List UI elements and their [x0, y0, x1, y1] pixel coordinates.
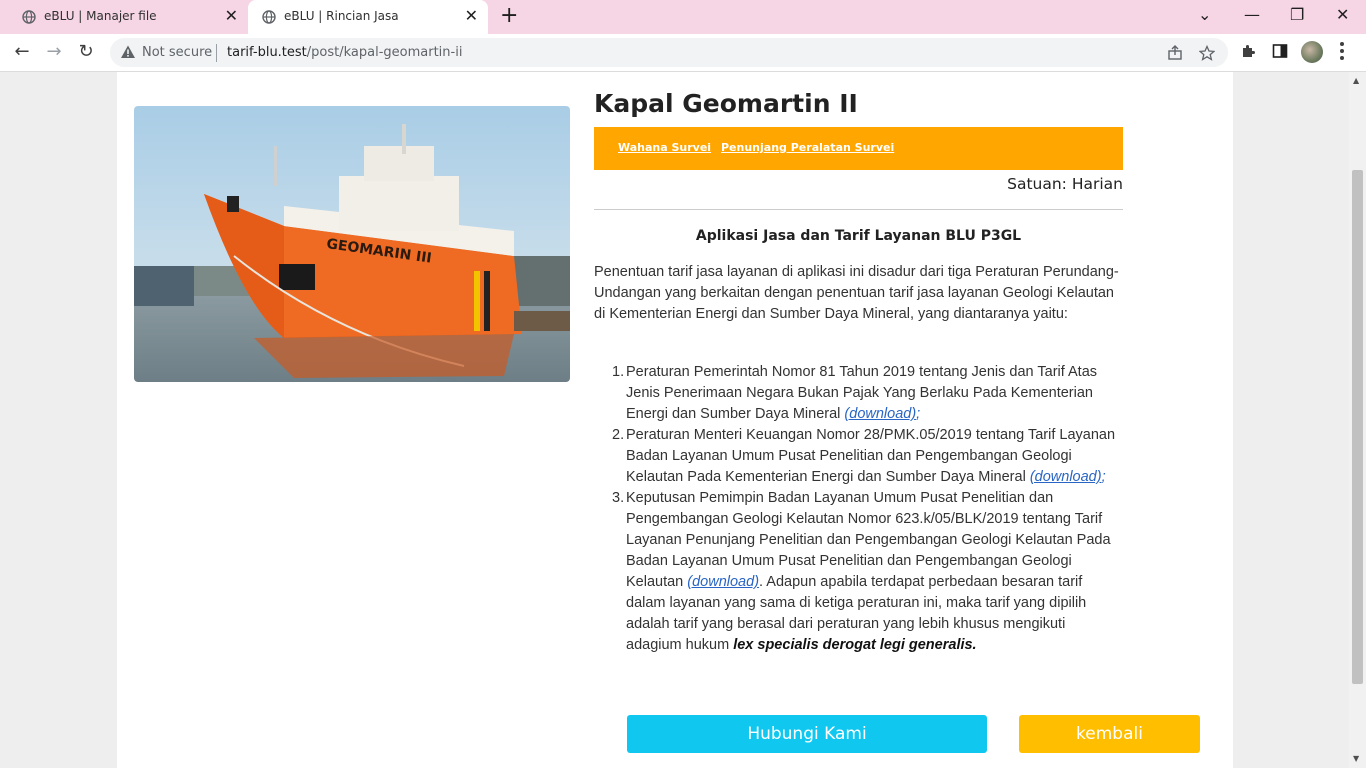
contact-us-button[interactable]: Hubungi Kami [627, 715, 987, 753]
page-scrollbar[interactable]: ▲ ▼ [1349, 72, 1366, 768]
category-link-penunjang-peralatan-survei[interactable]: Penunjang Peralatan Survei [721, 141, 894, 154]
post-title: Kapal Geomartin II [594, 89, 858, 118]
regulation-list: 1. Peraturan Pemerintah Nomor 81 Tahun 20… [594, 362, 1123, 656]
bookmark-star-icon[interactable] [1199, 45, 1215, 61]
globe-icon [22, 10, 36, 24]
intro-paragraph: Penentuan tarif jasa layanan di aplikasi… [594, 264, 1119, 322]
list-number: 2. [612, 427, 625, 443]
forward-arrow-icon[interactable]: → [43, 42, 65, 64]
security-label: Not secure [142, 45, 213, 60]
side-panel-icon[interactable] [1272, 43, 1288, 59]
reload-icon[interactable]: ↻ [75, 42, 97, 64]
list-number: 1. [612, 364, 625, 380]
post-card: GEOMARIN III Kapal Geomartin II Wahana S… [117, 72, 1233, 768]
profile-avatar[interactable] [1301, 41, 1323, 63]
regulation-suffix: ; [916, 406, 921, 422]
back-arrow-icon[interactable]: ← [11, 42, 33, 64]
minimize-icon[interactable]: — [1244, 5, 1260, 24]
ship-photo: GEOMARIN III [134, 106, 570, 382]
close-tab-icon[interactable]: ✕ [225, 8, 238, 24]
legal-maxim: lex specialis derogat legi generalis. [733, 637, 977, 653]
download-link[interactable]: (download) [687, 574, 759, 590]
list-item: 1. Peraturan Pemerintah Nomor 81 Tahun 20… [594, 362, 1123, 425]
scroll-down-arrow-icon[interactable]: ▼ [1353, 754, 1359, 763]
url-text[interactable]: tarif-blu.test/post/kapal-geomartin-ii [227, 45, 462, 60]
extensions-puzzle-icon[interactable] [1240, 43, 1256, 59]
tab-rincian-jasa[interactable]: eBLU | Rincian Jasa ✕ [248, 0, 488, 34]
restore-icon[interactable]: ❐ [1290, 5, 1304, 24]
list-item: 2. Peraturan Menteri Keuangan Nomor 28/PM… [594, 425, 1123, 488]
download-link[interactable]: (download) [1030, 469, 1102, 485]
regulation-suffix: ; [1101, 469, 1106, 485]
close-tab-icon[interactable]: ✕ [465, 8, 478, 24]
address-bar[interactable]: Not secure tarif-blu.test/post/kapal-geo… [110, 38, 1228, 67]
tab-title: eBLU | Rincian Jasa [284, 9, 399, 23]
list-number: 3. [612, 490, 625, 506]
warning-icon [121, 45, 135, 58]
tab-strip: eBLU | Manajer file ✕ eBLU | Rincian Jas… [0, 0, 1366, 34]
divider [216, 44, 217, 62]
tab-manajer-file[interactable]: eBLU | Manajer file ✕ [8, 0, 248, 34]
url-host: tarif-blu.test [227, 45, 307, 60]
browser-toolbar: ← → ↻ Not secure tarif-blu.test/post/kap… [0, 34, 1366, 72]
list-item: 3. Keputusan Pemimpin Badan Layanan Umum … [594, 488, 1123, 656]
unit-label: Satuan: Harian [1007, 175, 1123, 193]
scrollbar-thumb[interactable] [1352, 170, 1363, 684]
page-viewport: GEOMARIN III Kapal Geomartin II Wahana S… [0, 72, 1349, 768]
scroll-up-arrow-icon[interactable]: ▲ [1353, 76, 1359, 85]
category-link-wahana-survei[interactable]: Wahana Survei [618, 141, 711, 154]
category-bar: Wahana Survei Penunjang Peralatan Survei [594, 127, 1123, 170]
more-menu-icon[interactable] [1340, 42, 1344, 63]
globe-icon [262, 10, 276, 24]
back-button[interactable]: kembali [1019, 715, 1200, 753]
url-path: /post/kapal-geomartin-ii [306, 45, 463, 60]
tab-title: eBLU | Manajer file [44, 9, 157, 23]
share-icon[interactable] [1167, 45, 1183, 61]
divider [594, 209, 1123, 210]
close-window-icon[interactable]: ✕ [1336, 5, 1349, 24]
section-heading: Aplikasi Jasa dan Tarif Layanan BLU P3GL [695, 228, 1022, 244]
tab-search-chevron-icon[interactable]: ⌄ [1198, 5, 1211, 24]
download-link[interactable]: (download) [844, 406, 916, 422]
new-tab-icon[interactable]: + [500, 5, 518, 27]
